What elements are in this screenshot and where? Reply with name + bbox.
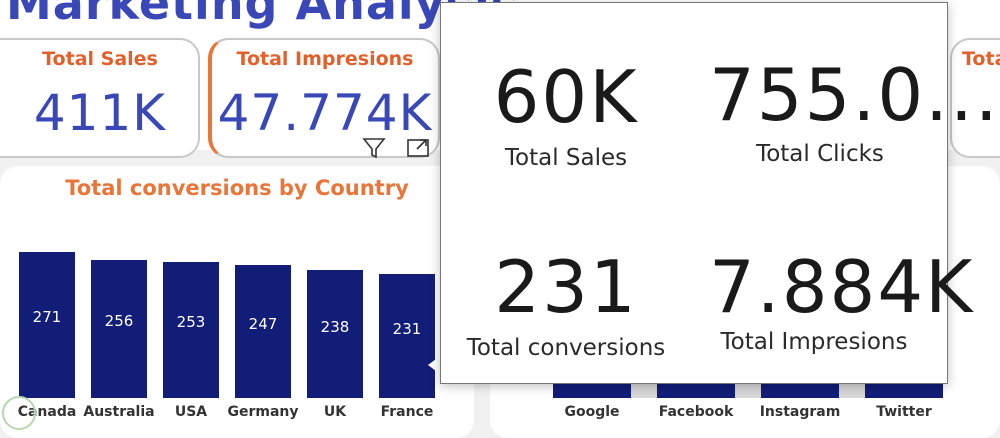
bar-google[interactable] <box>553 382 631 398</box>
bar-twitter[interactable] <box>865 382 943 398</box>
tooltip-card-popup: 60K Total Sales 755.0... Total Clicks 23… <box>440 2 1000 384</box>
kpi-value: 411K <box>33 84 167 142</box>
category-label: UK <box>323 404 347 420</box>
category-label: Germany <box>227 404 299 420</box>
category-label: Google <box>564 404 620 420</box>
category-label: Instagram <box>759 404 841 420</box>
bar-value-label: 253 <box>176 313 206 332</box>
bar-value-label: 256 <box>104 312 134 331</box>
bar-value-label: 271 <box>32 307 62 326</box>
kpi-card-total-sales[interactable]: Total Sales 411K <box>0 38 200 158</box>
filter-icon[interactable] <box>360 134 388 162</box>
bar-value-label: 247 <box>248 314 278 333</box>
popup-value-total-conversions: 231 <box>494 245 638 329</box>
tooltip-pointer <box>428 356 440 374</box>
popup-value-total-impressions: 7.884K <box>709 245 975 329</box>
category-label: Twitter <box>876 404 932 420</box>
bar-gap <box>631 382 657 398</box>
kpi-label: Total Sales <box>42 48 158 70</box>
logo-icon <box>2 396 36 430</box>
popup-label-total-conversions: Total conversions <box>466 335 666 361</box>
bar-facebook[interactable] <box>657 382 735 398</box>
category-label: USA <box>174 404 208 420</box>
popup-label-total-impressions: Total Impresions <box>720 329 908 355</box>
kpi-label: Total Impresions <box>236 48 414 70</box>
category-label: Facebook <box>658 404 734 420</box>
category-label: Australia <box>83 404 155 420</box>
popup-label-total-clicks: Total Clicks <box>756 141 884 167</box>
popup-value-total-clicks: 755.0... <box>709 53 1000 137</box>
bar-gap <box>839 382 865 398</box>
bar-gap <box>735 382 761 398</box>
bar-value-label: 238 <box>320 317 350 336</box>
bar-value-label: 231 <box>392 319 422 338</box>
focus-mode-icon[interactable] <box>404 134 432 162</box>
popup-value-total-sales: 60K <box>493 55 639 139</box>
chart-title: Total conversions by Country <box>65 176 409 200</box>
category-label: France <box>380 404 434 420</box>
bar-instagram[interactable] <box>761 382 839 398</box>
popup-label-total-sales: Total Sales <box>504 145 628 171</box>
